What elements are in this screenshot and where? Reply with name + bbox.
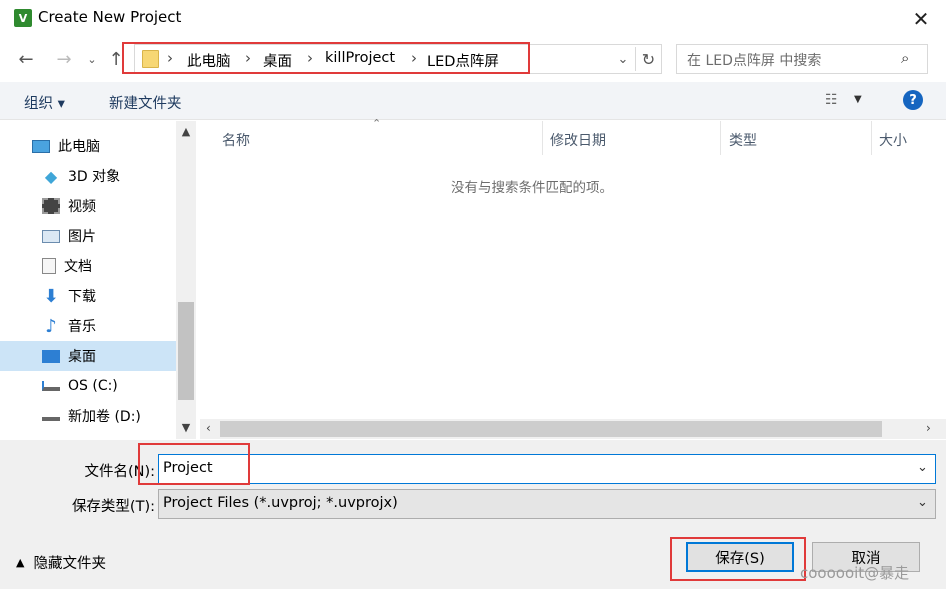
scroll-left-icon[interactable]: ‹ xyxy=(206,421,211,435)
sidebar-item-label: 桌面 xyxy=(68,349,96,365)
column-header-date[interactable]: 修改日期 xyxy=(550,130,606,150)
empty-message: 没有与搜索条件匹配的项。 xyxy=(451,180,613,196)
toolbar: 组织 ▾ 新建文件夹 ☷ ▼ ? xyxy=(0,82,946,120)
computer-icon xyxy=(32,139,50,153)
sidebar-item-drive-d[interactable]: 新加卷 (D:) xyxy=(0,401,176,431)
sidebar-item-this-pc[interactable]: 此电脑 xyxy=(0,131,176,161)
breadcrumb-killproject[interactable]: killProject xyxy=(325,50,395,66)
chevron-right-icon: › xyxy=(411,49,417,67)
navigation-pane: 此电脑 ◆ 3D 对象 视频 图片 文档 ⬇ 下载 ♪ 音乐 桌面 OS (C:… xyxy=(0,121,196,439)
chevron-right-icon: › xyxy=(307,49,313,67)
back-arrow-icon[interactable]: ← xyxy=(14,46,38,72)
sidebar-item-3d-objects[interactable]: ◆ 3D 对象 xyxy=(0,161,176,191)
address-bar[interactable]: › 此电脑 › 桌面 › killProject › LED点阵屏 ⌄ ↻ xyxy=(134,44,662,74)
sidebar-scroll-thumb[interactable] xyxy=(178,302,194,400)
scroll-up-icon[interactable]: ▲ xyxy=(176,125,196,138)
search-icon[interactable]: ⌕ xyxy=(901,49,909,67)
sidebar-item-label: OS (C:) xyxy=(68,378,118,394)
column-divider[interactable] xyxy=(720,121,721,155)
picture-icon xyxy=(42,229,60,243)
sidebar-item-label: 此电脑 xyxy=(58,139,100,155)
sidebar-item-desktop[interactable]: 桌面 xyxy=(0,341,176,371)
filename-value: Project xyxy=(163,460,213,476)
desktop-icon xyxy=(42,349,60,363)
film-icon xyxy=(42,198,60,214)
save-button[interactable]: 保存(S) xyxy=(686,542,794,572)
sidebar-item-downloads[interactable]: ⬇ 下载 xyxy=(0,281,176,311)
horizontal-scrollbar[interactable]: ‹ › xyxy=(200,419,946,439)
hide-folders-button[interactable]: ▲ 隐藏文件夹 xyxy=(16,552,106,573)
refresh-icon[interactable]: ↻ xyxy=(635,47,661,71)
sidebar-item-label: 3D 对象 xyxy=(68,169,121,185)
folder-icon xyxy=(142,50,159,68)
column-divider[interactable] xyxy=(871,121,872,155)
save-form: 文件名(N): Project ⌄ 保存类型(T): Project Files… xyxy=(0,440,946,589)
music-note-icon: ♪ xyxy=(45,315,57,337)
chevron-down-icon[interactable]: ⌄ xyxy=(917,460,928,475)
view-options-icon[interactable]: ☷ xyxy=(825,92,838,108)
search-input[interactable]: 在 LED点阵屏 中搜索 ⌕ xyxy=(676,44,928,74)
drive-icon xyxy=(42,381,60,391)
sidebar-item-label: 音乐 xyxy=(68,319,96,335)
breadcrumb-this-pc[interactable]: 此电脑 xyxy=(187,50,231,71)
filetype-select[interactable]: Project Files (*.uvproj; *.uvprojx) ⌄ xyxy=(158,489,936,519)
column-header-type[interactable]: 类型 xyxy=(729,130,757,150)
chevron-right-icon: › xyxy=(245,49,251,67)
sidebar-item-drive-c[interactable]: OS (C:) xyxy=(0,371,176,401)
column-header-name[interactable]: 名称 xyxy=(222,130,250,150)
hide-folders-label: 隐藏文件夹 xyxy=(33,556,106,572)
sidebar-item-videos[interactable]: 视频 xyxy=(0,191,176,221)
title-bar: V Create New Project ✕ xyxy=(0,0,946,38)
sidebar-item-label: 视频 xyxy=(68,199,96,215)
sidebar-item-music[interactable]: ♪ 音乐 xyxy=(0,311,176,341)
file-list-pane: ⌃ 名称 修改日期 类型 大小 没有与搜索条件匹配的项。 xyxy=(200,117,946,439)
column-header-size[interactable]: 大小 xyxy=(879,130,907,150)
sidebar-item-documents[interactable]: 文档 xyxy=(0,251,176,281)
scroll-down-icon[interactable]: ▼ xyxy=(176,421,196,434)
filename-label: 文件名(N): xyxy=(84,464,155,480)
watermark-text: coooooit@暴走 xyxy=(800,564,910,582)
sidebar-item-pictures[interactable]: 图片 xyxy=(0,221,176,251)
recent-dropdown-icon[interactable]: ⌄ xyxy=(84,46,100,72)
horizontal-scroll-thumb[interactable] xyxy=(220,421,882,437)
chevron-down-icon[interactable]: ⌄ xyxy=(917,495,928,510)
help-icon[interactable]: ? xyxy=(903,90,923,110)
download-arrow-icon: ⬇ xyxy=(43,285,59,307)
keil-app-icon: V xyxy=(14,9,32,27)
breadcrumb-led-folder[interactable]: LED点阵屏 xyxy=(427,50,499,71)
chevron-up-icon: ▲ xyxy=(16,556,25,569)
drive-icon xyxy=(42,411,60,421)
sort-up-icon: ⌃ xyxy=(372,117,382,130)
sidebar-item-label: 下载 xyxy=(68,289,96,305)
sidebar-item-label: 图片 xyxy=(68,229,96,245)
filetype-value: Project Files (*.uvproj; *.uvprojx) xyxy=(163,495,398,511)
column-divider[interactable] xyxy=(542,121,543,155)
document-icon xyxy=(42,258,56,274)
chevron-down-icon[interactable]: ⌄ xyxy=(613,48,633,70)
breadcrumb-desktop[interactable]: 桌面 xyxy=(263,50,292,71)
window-title: Create New Project xyxy=(38,8,182,26)
up-arrow-icon[interactable]: ↑ xyxy=(104,46,128,72)
caret-down-icon[interactable]: ▼ xyxy=(854,94,862,105)
chevron-right-icon: › xyxy=(167,49,173,67)
close-button[interactable]: ✕ xyxy=(906,5,936,33)
organize-button[interactable]: 组织 ▾ xyxy=(24,92,65,113)
cube-icon: ◆ xyxy=(44,166,58,186)
filetype-label: 保存类型(T): xyxy=(71,499,155,515)
forward-arrow-icon[interactable]: → xyxy=(52,46,76,72)
search-placeholder: 在 LED点阵屏 中搜索 xyxy=(687,53,822,69)
sidebar-item-label: 新加卷 (D:) xyxy=(68,409,141,425)
sidebar-item-label: 文档 xyxy=(64,259,92,275)
filename-input[interactable]: Project ⌄ xyxy=(158,454,936,484)
scroll-right-icon[interactable]: › xyxy=(926,421,931,435)
new-folder-button[interactable]: 新建文件夹 xyxy=(109,92,182,113)
